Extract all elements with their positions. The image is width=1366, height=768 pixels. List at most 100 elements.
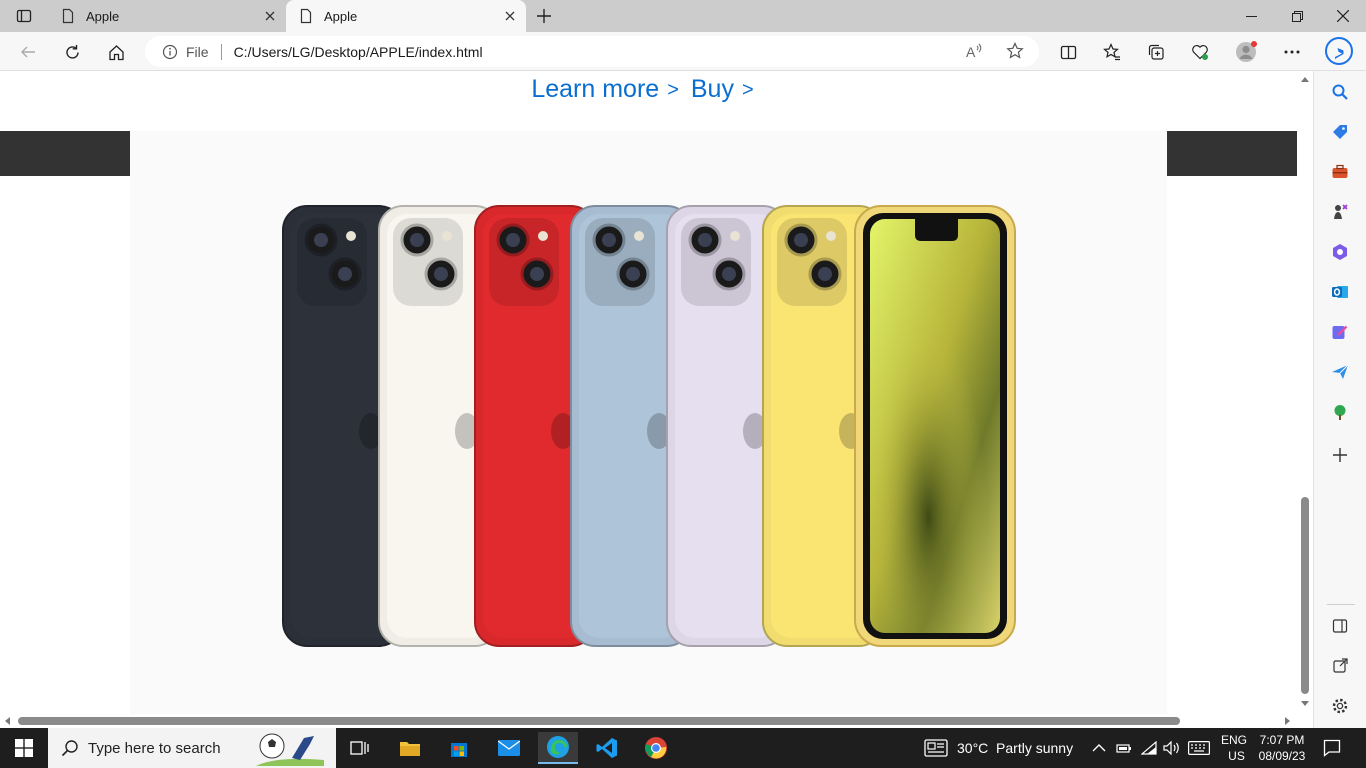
edge-icon bbox=[547, 736, 569, 758]
region-code: US bbox=[1228, 749, 1245, 763]
arrow-left-icon bbox=[21, 46, 35, 58]
vscode-button[interactable] bbox=[587, 732, 627, 764]
clock-date: 08/09/23 bbox=[1258, 749, 1306, 763]
browser-essentials-button[interactable] bbox=[1184, 36, 1216, 68]
scroll-up-arrow-icon[interactable] bbox=[1301, 76, 1309, 82]
vscode-icon bbox=[596, 738, 617, 758]
scroll-right-arrow-icon[interactable] bbox=[1285, 717, 1291, 725]
search-placeholder: Type here to search bbox=[88, 739, 221, 757]
wifi-icon[interactable] bbox=[1141, 728, 1157, 768]
vertical-scroll-thumb[interactable] bbox=[1301, 497, 1309, 694]
gear-icon[interactable] bbox=[1330, 696, 1350, 716]
designer-icon[interactable] bbox=[1330, 322, 1350, 342]
close-tab-icon[interactable] bbox=[502, 8, 518, 24]
buy-link[interactable]: Buy bbox=[691, 75, 734, 103]
bing-icon bbox=[1325, 37, 1353, 65]
tab-label: Apple bbox=[324, 8, 358, 24]
weather-widget[interactable]: 30°C Partly sunny bbox=[924, 728, 1073, 768]
keyboard-icon[interactable] bbox=[1188, 728, 1210, 768]
favorites-button[interactable] bbox=[1096, 36, 1128, 68]
tree-icon[interactable] bbox=[1330, 402, 1350, 422]
restore-button[interactable] bbox=[1274, 0, 1320, 32]
windows-icon bbox=[15, 739, 33, 757]
chrome-icon bbox=[645, 737, 667, 759]
mail-icon bbox=[498, 740, 520, 756]
hide-sidebar-icon[interactable] bbox=[1330, 616, 1350, 636]
svg-text:A: A bbox=[966, 44, 976, 60]
horizontal-scrollbar[interactable] bbox=[0, 714, 1297, 728]
url-text[interactable]: C:/Users/LG/Desktop/APPLE/index.html bbox=[234, 44, 483, 60]
windows-taskbar: Type here to search 30°C Partly sunny EN… bbox=[0, 728, 1366, 768]
clock[interactable]: 7:07 PM 08/09/23 bbox=[1256, 728, 1308, 768]
favorites-icon bbox=[1103, 43, 1120, 61]
home-icon bbox=[108, 44, 124, 60]
start-button[interactable] bbox=[4, 732, 44, 764]
shopping-tag-icon[interactable] bbox=[1330, 122, 1350, 142]
volume-icon[interactable] bbox=[1163, 728, 1181, 768]
collections-button[interactable] bbox=[1140, 36, 1172, 68]
notification-icon bbox=[1323, 739, 1341, 757]
learn-more-link[interactable]: Learn more bbox=[531, 75, 659, 103]
battery-icon[interactable] bbox=[1116, 728, 1132, 768]
tab-apple-2[interactable]: Apple bbox=[286, 0, 526, 32]
search-icon[interactable] bbox=[1330, 82, 1350, 102]
chevron-up-icon bbox=[1092, 744, 1106, 752]
show-hidden-icons-button[interactable] bbox=[1092, 728, 1106, 768]
profile-button[interactable] bbox=[1230, 36, 1262, 68]
open-external-icon[interactable] bbox=[1330, 656, 1350, 676]
settings-more-button[interactable] bbox=[1276, 36, 1308, 68]
back-button[interactable] bbox=[12, 36, 44, 68]
minimize-button[interactable] bbox=[1228, 0, 1274, 32]
microsoft-365-icon[interactable] bbox=[1330, 242, 1350, 262]
scroll-left-arrow-icon[interactable] bbox=[4, 717, 10, 725]
split-screen-button[interactable] bbox=[1052, 36, 1084, 68]
tools-briefcase-icon[interactable] bbox=[1330, 162, 1350, 182]
protocol-label: File bbox=[186, 43, 209, 60]
add-icon[interactable] bbox=[1330, 445, 1350, 465]
chrome-button[interactable] bbox=[636, 732, 676, 764]
address-bar[interactable]: File C:/Users/LG/Desktop/APPLE/index.htm… bbox=[145, 36, 1039, 67]
outlook-icon[interactable] bbox=[1330, 282, 1350, 302]
mail-button[interactable] bbox=[489, 732, 529, 764]
horizontal-scroll-thumb[interactable] bbox=[18, 717, 1180, 725]
minimize-icon bbox=[1245, 15, 1257, 17]
vertical-scrollbar[interactable] bbox=[1297, 71, 1313, 714]
favorite-star-icon[interactable] bbox=[1006, 42, 1024, 65]
front-phone bbox=[854, 205, 1016, 647]
close-window-button[interactable] bbox=[1320, 0, 1366, 32]
edge-sidebar bbox=[1313, 71, 1366, 728]
divider bbox=[220, 43, 222, 60]
send-icon[interactable] bbox=[1330, 362, 1350, 382]
tab-bar: Apple Apple bbox=[0, 0, 1366, 32]
new-tab-button[interactable] bbox=[527, 0, 561, 32]
more-icon bbox=[1284, 50, 1300, 54]
clock-time: 7:07 PM bbox=[1259, 733, 1305, 747]
tab-apple-1[interactable]: Apple bbox=[48, 0, 286, 32]
tab-actions-button[interactable] bbox=[2, 0, 46, 32]
edge-taskbar-button[interactable] bbox=[538, 732, 578, 764]
avatar-icon bbox=[1236, 41, 1257, 62]
info-icon[interactable] bbox=[162, 44, 178, 60]
close-tab-icon[interactable] bbox=[262, 8, 278, 24]
tab-label: Apple bbox=[86, 8, 120, 24]
read-aloud-icon[interactable]: A bbox=[965, 43, 983, 65]
product-links: Learn more > Buy > bbox=[0, 75, 1297, 104]
bing-copilot-button[interactable] bbox=[1322, 34, 1356, 68]
home-button[interactable] bbox=[100, 36, 132, 68]
notifications-button[interactable] bbox=[1323, 728, 1341, 768]
file-explorer-button[interactable] bbox=[390, 732, 430, 764]
hero-image bbox=[130, 131, 1167, 714]
page-icon bbox=[300, 8, 312, 24]
refresh-button[interactable] bbox=[56, 36, 88, 68]
games-icon[interactable] bbox=[1330, 202, 1350, 222]
task-view-button[interactable] bbox=[340, 732, 380, 764]
taskbar-search-box[interactable]: Type here to search bbox=[48, 728, 336, 768]
split-screen-icon bbox=[1060, 45, 1076, 59]
task-view-icon bbox=[350, 741, 369, 755]
scroll-down-arrow-icon[interactable] bbox=[1301, 701, 1309, 707]
language-code: ENG bbox=[1221, 733, 1248, 747]
microsoft-store-button[interactable] bbox=[439, 732, 479, 764]
chevron-right-icon: > bbox=[741, 79, 754, 101]
language-indicator[interactable]: ENG US bbox=[1221, 728, 1247, 768]
heart-pulse-icon bbox=[1192, 45, 1208, 60]
